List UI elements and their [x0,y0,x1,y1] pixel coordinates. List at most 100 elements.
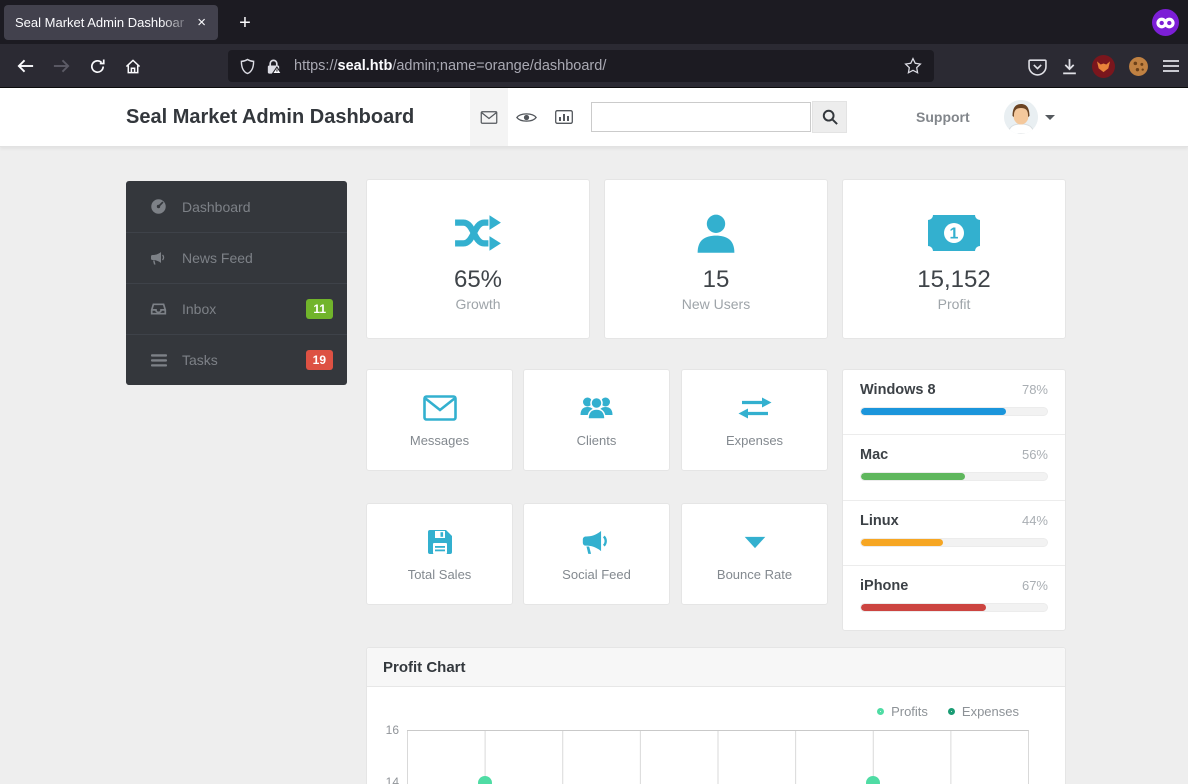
home-button[interactable] [116,49,150,83]
profit-chart-panel: Profit Chart Profits Expenses 16 14 [366,647,1066,784]
search-icon [822,109,838,125]
os-percent: 56% [1021,447,1048,463]
tab-close-icon[interactable]: × [193,13,210,32]
tab-title: Seal Market Admin Dashboar [15,15,185,30]
sidebar-item-label: Tasks [182,352,218,368]
pocket-icon[interactable] [1028,57,1047,76]
browser-toolbar: https://seal.htb/admin;name=orange/dashb… [0,44,1188,88]
menu-icon[interactable] [1162,59,1180,73]
stat-value: 65% [453,266,503,293]
inbox-badge: 11 [306,299,333,319]
user-icon [695,208,737,258]
stat-card-new-users[interactable]: 15 New Users [604,179,828,339]
url-path: /admin;name=orange/dashboard/ [392,58,607,74]
eye-header-button[interactable] [511,88,541,146]
progress-track [860,537,1048,547]
shuffle-icon [453,208,503,258]
shortcut-label: Clients [576,433,617,448]
foxyproxy-extension-icon[interactable] [1092,54,1115,78]
shortcut-label: Bounce Rate [716,567,793,582]
shortcut-label: Social Feed [562,567,631,582]
page-title: Seal Market Admin Dashboard [126,106,415,128]
expenses-swatch [947,708,955,715]
chart-point [477,776,492,784]
avatar[interactable] [1004,100,1038,134]
search-button[interactable] [812,101,847,133]
new-tab-button[interactable]: + [230,8,260,38]
shortcut-label: Expenses [725,433,784,448]
support-link[interactable]: Support [916,88,970,146]
legend-item-expenses[interactable]: Expenses [947,704,1019,719]
lock-warning-icon[interactable] [265,58,282,75]
sidebar-item-news-feed[interactable]: News Feed [126,232,347,283]
web-page: Seal Market Admin Dashboard Support Dash… [0,88,1188,784]
panel-header: Profit Chart [367,648,1065,687]
chart-point [865,776,880,784]
tab-bar: Seal Market Admin Dashboar × + [0,0,1188,44]
dashboard-content: Dashboard News Feed Inbox 11 Tasks 19 65… [0,147,1188,784]
search-input[interactable] [591,102,811,132]
sidebar-item-tasks[interactable]: Tasks 19 [126,334,347,385]
os-label: iPhone [860,577,909,594]
sidebar-item-inbox[interactable]: Inbox 11 [126,283,347,334]
fox-icon [1092,54,1115,78]
shortcut-label: Messages [409,433,470,448]
sidebar: Dashboard News Feed Inbox 11 Tasks 19 [126,181,347,385]
stat-label: New Users [681,296,751,312]
stat-card-growth[interactable]: 65% Growth [366,179,590,339]
url-protocol: https:// [294,58,338,74]
os-row-windows: Windows 8 78% [843,370,1065,434]
os-label: Mac [860,447,889,464]
container-mask-icon[interactable] [1152,9,1179,36]
progress-track [860,407,1048,416]
money-bill-icon: 1 [927,208,981,258]
envelope-icon [422,392,457,424]
url-text: https://seal.htb/admin;name=orange/dashb… [294,58,904,74]
toolbar-right-icons [1028,44,1180,88]
eye-icon [515,112,537,122]
bookmark-star-icon[interactable] [904,57,922,75]
progress-fill [861,603,986,611]
shortcut-total-sales[interactable]: Total Sales [366,503,513,605]
url-bar[interactable]: https://seal.htb/admin;name=orange/dashb… [228,50,934,82]
gauge-icon [149,198,168,215]
legend-item-profits[interactable]: Profits [877,704,928,719]
progress-track [860,472,1048,482]
list-icon [149,353,168,367]
exchange-icon [738,392,772,424]
inbox-icon [149,302,168,316]
sidebar-item-dashboard[interactable]: Dashboard [126,181,347,232]
reload-button[interactable] [80,49,114,83]
shortcut-expenses[interactable]: Expenses [681,369,828,471]
progress-track [860,602,1048,612]
bar-chart-icon [555,110,573,124]
shortcut-bounce-rate[interactable]: Bounce Rate [681,503,828,605]
back-button[interactable] [8,49,42,83]
chart-header-button[interactable] [548,88,580,146]
megaphone-icon [149,251,168,265]
y-axis-tick: 14 [385,775,399,784]
shortcut-clients[interactable]: Clients [523,369,670,471]
os-row-linux: Linux 44% [843,499,1065,565]
stat-value: 15,152 [917,266,991,293]
browser-tab[interactable]: Seal Market Admin Dashboar × [4,5,218,40]
forward-button[interactable] [44,49,78,83]
svg-text:1: 1 [950,226,959,243]
envelope-icon [480,110,498,124]
shortcut-messages[interactable]: Messages [366,369,513,471]
avatar-image [1004,100,1038,134]
messages-header-button[interactable] [470,88,508,146]
shield-icon[interactable] [240,58,255,75]
megaphone-icon [581,526,612,558]
stat-card-profit[interactable]: 1 15,152 Profit [842,179,1066,339]
shortcut-label: Total Sales [407,567,472,582]
os-percent: 44% [1021,512,1048,528]
shortcut-social-feed[interactable]: Social Feed [523,503,670,605]
chevron-down-icon[interactable] [1045,115,1055,120]
cookie-extension-icon[interactable] [1128,56,1149,77]
profits-swatch [877,708,885,715]
os-percent: 78% [1021,382,1048,397]
os-label: Windows 8 [860,382,936,398]
stat-label: Profit [937,296,971,312]
download-icon[interactable] [1060,57,1079,76]
